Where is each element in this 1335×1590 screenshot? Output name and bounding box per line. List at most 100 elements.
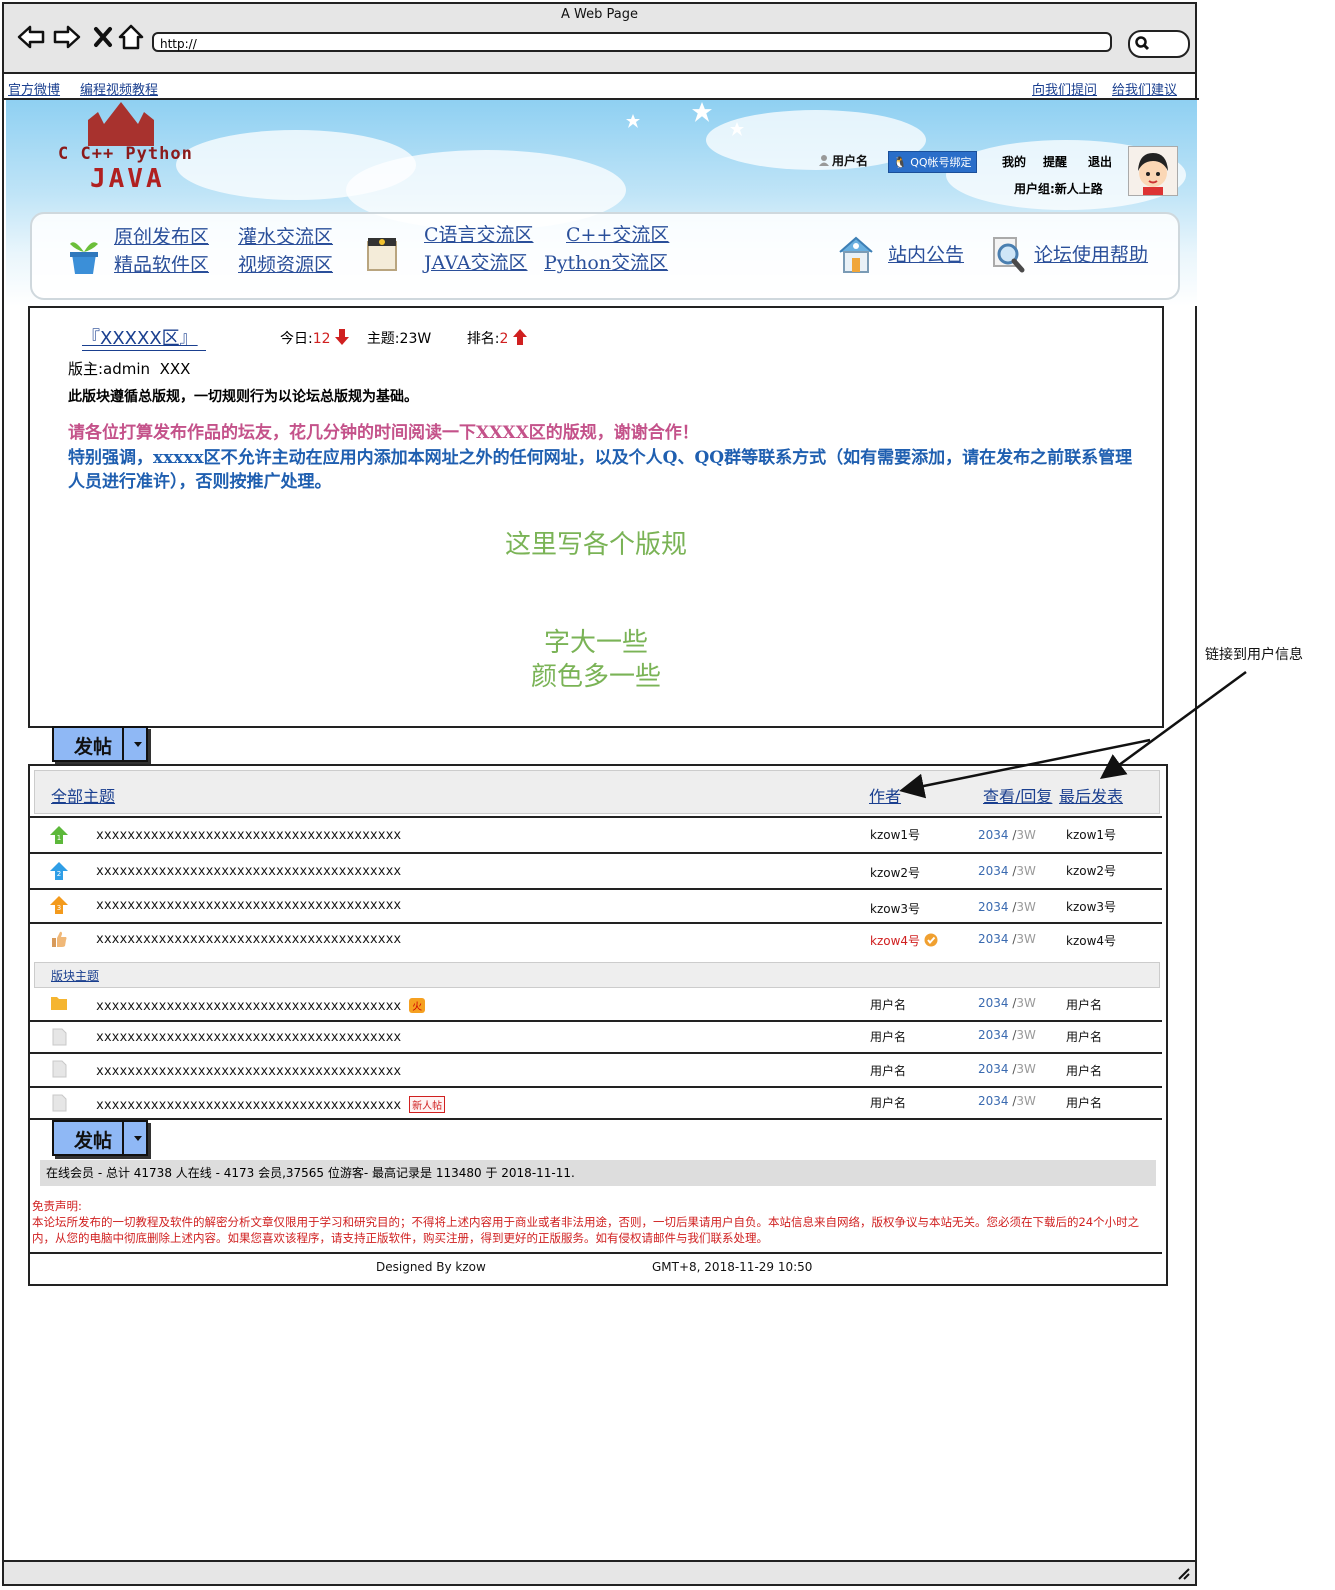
table-row[interactable]: xxxxxxxxxxxxxxxxxxxxxxxxxxxxxxxxxxxxxxx … — [30, 1054, 1162, 1088]
svg-text:2: 2 — [57, 870, 61, 878]
thread-author[interactable]: kzow4号 — [870, 932, 938, 949]
last-poster[interactable]: kzow4号 — [1066, 932, 1116, 949]
section-board-topics[interactable]: 版块主题 — [51, 967, 99, 984]
thread-author[interactable]: kzow1号 — [870, 826, 920, 843]
thread-author[interactable]: 用户名 — [870, 1062, 906, 1079]
last-poster[interactable]: 用户名 — [1066, 996, 1102, 1013]
thread-author[interactable]: 用户名 — [870, 1094, 906, 1111]
nav-c-zone[interactable]: C语言交流区 — [424, 220, 534, 247]
online-stats: 在线会员 - 总计 41738 人在线 - 4173 会员,37565 位游客-… — [40, 1160, 1156, 1186]
chevron-down-icon[interactable] — [134, 742, 142, 747]
window-title: A Web Page — [561, 7, 638, 22]
back-icon[interactable] — [16, 22, 46, 52]
qq-penguin-icon: 🐧 — [893, 156, 907, 169]
thread-title[interactable]: xxxxxxxxxxxxxxxxxxxxxxxxxxxxxxxxxxxxxxx — [96, 898, 401, 913]
last-poster[interactable]: 用户名 — [1066, 1094, 1102, 1111]
post-button-divider — [122, 728, 124, 760]
document-icon — [52, 1028, 67, 1046]
rules-placeholder: 这里写各个版规 — [504, 530, 687, 560]
nav-forum-help[interactable]: 论坛使用帮助 — [1034, 240, 1148, 267]
home-icon[interactable] — [116, 22, 146, 52]
rule-line-1: 此版块遵循总版规，一切规则行为以论坛总版规为基础。 — [68, 389, 418, 405]
table-row[interactable]: xxxxxxxxxxxxxxxxxxxxxxxxxxxxxxxxxxxxxxx … — [30, 1022, 1162, 1054]
thread-stats: 2034 /3W — [978, 900, 1036, 914]
nav-original-release[interactable]: 原创发布区 — [114, 222, 209, 249]
post-button-top[interactable]: 发帖 — [52, 726, 148, 762]
thread-author[interactable]: 用户名 — [870, 1028, 906, 1045]
thread-title[interactable]: xxxxxxxxxxxxxxxxxxxxxxxxxxxxxxxxxxxxxxx — [96, 1030, 401, 1045]
post-button-bottom[interactable]: 发帖 — [52, 1120, 148, 1156]
reply-count: 3W — [1016, 1062, 1036, 1076]
view-count: 2034 — [978, 932, 1009, 946]
board-stats: 今日:12 主题:23W 排名:2 — [280, 328, 527, 348]
table-row[interactable]: 2 xxxxxxxxxxxxxxxxxxxxxxxxxxxxxxxxxxxxxx… — [30, 854, 1162, 890]
thread-author[interactable]: kzow2号 — [870, 864, 920, 881]
browser-search-box[interactable] — [1128, 30, 1190, 58]
thread-stats: 2034 /3W — [978, 996, 1036, 1010]
thread-title[interactable]: xxxxxxxxxxxxxxxxxxxxxxxxxxxxxxxxxxxxxxx — [96, 1064, 401, 1079]
rule-line-2: 请各位打算发布作品的坛友，花几分钟的时间阅读一下XXXX区的版规，谢谢合作！ — [68, 423, 699, 443]
chevron-down-icon[interactable] — [134, 1136, 142, 1141]
link-official-weibo[interactable]: 官方微博 — [8, 79, 60, 98]
usergroup-label: 用户组:新人上路 — [1014, 182, 1103, 196]
nav-python-zone[interactable]: Python交流区 — [544, 248, 668, 275]
logout-link[interactable]: 退出 — [1088, 153, 1112, 170]
moderator-label: 版主:admin XXX — [68, 360, 191, 378]
url-bar[interactable]: http:// — [152, 32, 1112, 52]
reply-count: 3W — [1016, 1028, 1036, 1042]
thread-title[interactable]: xxxxxxxxxxxxxxxxxxxxxxxxxxxxxxxxxxxxxxx … — [96, 998, 426, 1014]
column-views-replies[interactable]: 查看/回复 — [983, 783, 1052, 807]
nav-announcement[interactable]: 站内公告 — [888, 240, 964, 267]
username-link[interactable]: 用户名 — [832, 152, 868, 169]
forward-icon[interactable] — [52, 22, 82, 52]
thread-author[interactable]: 用户名 — [870, 996, 906, 1013]
table-row[interactable]: 1 xxxxxxxxxxxxxxxxxxxxxxxxxxxxxxxxxxxxxx… — [30, 818, 1162, 854]
thread-title[interactable]: xxxxxxxxxxxxxxxxxxxxxxxxxxxxxxxxxxxxxxx — [96, 828, 401, 843]
nav-video-resources[interactable]: 视频资源区 — [238, 250, 333, 277]
thread-title[interactable]: xxxxxxxxxxxxxxxxxxxxxxxxxxxxxxxxxxxxxxx — [96, 864, 401, 879]
filter-all-topics[interactable]: 全部主题 — [51, 783, 115, 807]
last-poster[interactable]: kzow2号 — [1066, 862, 1116, 879]
header-banner: C C++ Python JAVA 用户名 🐧 QQ帐号绑定 我的 提醒 退出 … — [6, 100, 1197, 306]
last-poster[interactable]: 用户名 — [1066, 1062, 1102, 1079]
column-author[interactable]: 作者 — [869, 783, 901, 807]
orange-arrow-3-icon: 3 — [50, 896, 68, 914]
thread-title[interactable]: xxxxxxxxxxxxxxxxxxxxxxxxxxxxxxxxxxxxxxx — [96, 932, 401, 947]
thread-title[interactable]: xxxxxxxxxxxxxxxxxxxxxxxxxxxxxxxxxxxxxxx … — [96, 1096, 446, 1113]
table-row[interactable]: 3 xxxxxxxxxxxxxxxxxxxxxxxxxxxxxxxxxxxxxx… — [30, 890, 1162, 924]
view-count: 2034 — [978, 1062, 1009, 1076]
verified-badge-icon — [924, 933, 938, 947]
view-count: 2034 — [978, 1028, 1009, 1042]
stop-icon[interactable] — [88, 22, 118, 52]
last-poster[interactable]: 用户名 — [1066, 1028, 1102, 1045]
board-name-link[interactable]: 『XXXXX区』 — [82, 324, 206, 351]
thread-stats: 2034 /3W — [978, 932, 1036, 946]
remind-link[interactable]: 提醒 — [1043, 153, 1067, 170]
crown-logo-icon[interactable] — [88, 102, 154, 146]
nav-quality-software[interactable]: 精品软件区 — [114, 250, 209, 277]
my-link[interactable]: 我的 — [1002, 153, 1026, 170]
table-row[interactable]: xxxxxxxxxxxxxxxxxxxxxxxxxxxxxxxxxxxxxxx … — [30, 924, 1162, 956]
thread-list-header: 全部主题 作者 查看/回复 最后发表 — [34, 770, 1160, 814]
resize-grip-icon[interactable] — [1175, 1565, 1191, 1581]
nav-cpp-zone[interactable]: C++交流区 — [566, 220, 669, 247]
view-count: 2034 — [978, 996, 1009, 1010]
link-ask-us[interactable]: 向我们提问 — [1032, 79, 1097, 98]
nav-chat-zone[interactable]: 灌水交流区 — [238, 222, 333, 249]
avatar[interactable] — [1128, 146, 1178, 196]
green-arrow-1-icon: 1 — [50, 826, 68, 844]
qq-bind-button[interactable]: 🐧 QQ帐号绑定 — [888, 151, 977, 173]
annotation-note: 链接到用户信息 — [1205, 647, 1303, 663]
topics-label: 主题: — [366, 331, 400, 347]
column-last-post[interactable]: 最后发表 — [1059, 783, 1123, 807]
link-video-tutorial[interactable]: 编程视频教程 — [80, 79, 158, 98]
table-row[interactable]: xxxxxxxxxxxxxxxxxxxxxxxxxxxxxxxxxxxxxxx … — [30, 988, 1162, 1022]
table-row[interactable]: xxxxxxxxxxxxxxxxxxxxxxxxxxxxxxxxxxxxxxx … — [30, 1088, 1162, 1120]
thread-author[interactable]: kzow3号 — [870, 900, 920, 917]
section-header: 版块主题 — [34, 962, 1160, 988]
last-poster[interactable]: kzow3号 — [1066, 898, 1116, 915]
server-time: GMT+8, 2018-11-29 10:50 — [652, 1260, 813, 1274]
nav-java-zone[interactable]: JAVA交流区 — [424, 248, 528, 275]
link-suggest[interactable]: 给我们建议 — [1112, 79, 1177, 98]
last-poster[interactable]: kzow1号 — [1066, 826, 1116, 843]
